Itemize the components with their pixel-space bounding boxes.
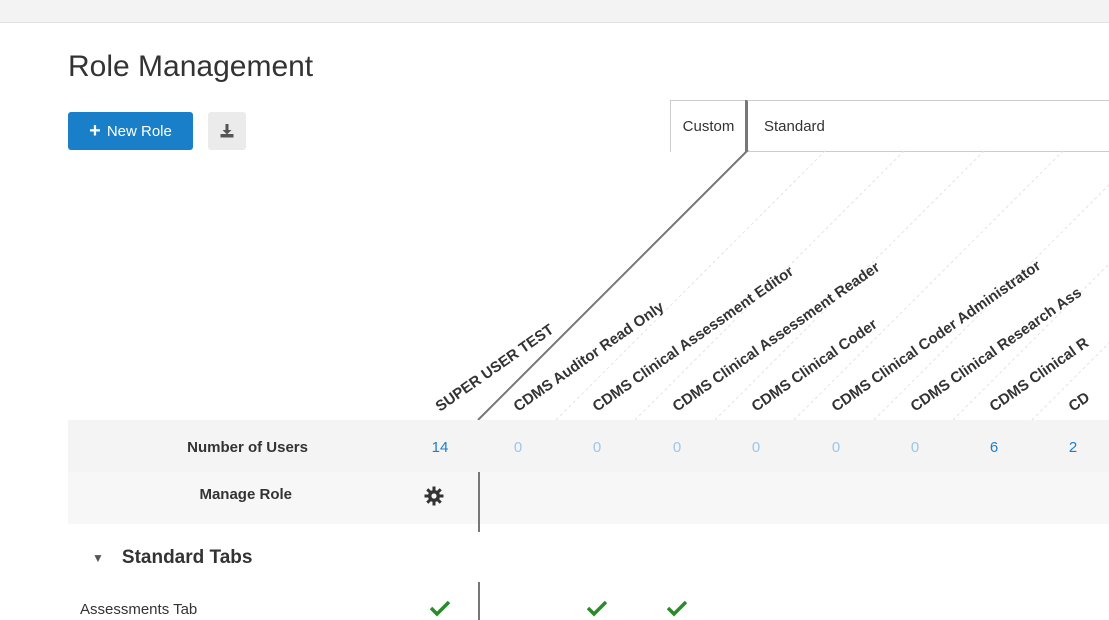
user-count-link[interactable]: 2 (1058, 439, 1088, 456)
manage-role-label: Manage Role (199, 486, 292, 503)
user-count-link[interactable]: 0 (582, 439, 612, 456)
user-count-link[interactable]: 0 (900, 439, 930, 456)
assessments-tab-label: Assessments Tab (80, 601, 198, 618)
role-header[interactable]: CDMS Auditor Read Only (511, 298, 668, 415)
caret-down-icon: ▼ (92, 551, 104, 565)
user-count-link[interactable]: 0 (662, 439, 692, 456)
role-header[interactable]: CDMS Clinical Coder (749, 316, 881, 416)
role-headers: SUPER USER TESTCDMS Auditor Read OnlyCDM… (433, 100, 1109, 421)
check-icon (429, 600, 451, 617)
user-count-link[interactable]: 0 (821, 439, 851, 456)
role-header[interactable]: CD (1066, 389, 1094, 415)
manage-role-gear-button[interactable] (424, 486, 444, 511)
user-count-link[interactable]: 0 (741, 439, 771, 456)
column-divider (478, 472, 480, 532)
check-icon (586, 600, 608, 617)
check-icon (666, 600, 688, 617)
standard-tabs-label: Standard Tabs (121, 547, 253, 568)
user-count-link[interactable]: 0 (503, 439, 533, 456)
standard-tabs-section[interactable]: ▼ Standard Tabs (92, 547, 252, 569)
column-divider (478, 582, 480, 620)
user-count-link[interactable]: 14 (425, 439, 455, 456)
number-of-users-label: Number of Users (187, 439, 308, 456)
user-count-link[interactable]: 6 (979, 439, 1009, 456)
gear-icon (424, 486, 444, 506)
